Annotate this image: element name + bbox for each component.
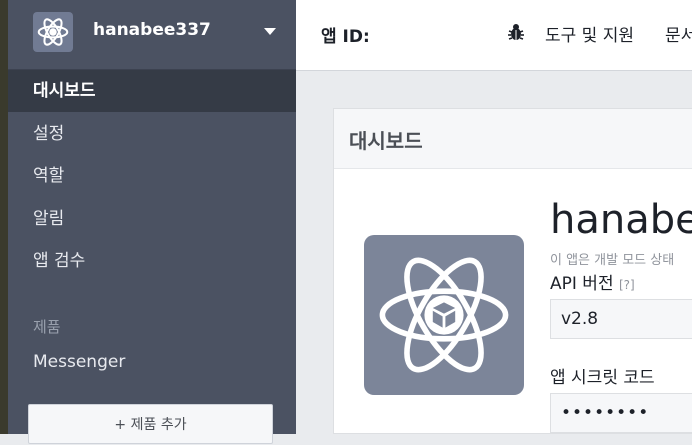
caret-down-icon[interactable] — [264, 28, 276, 35]
docs-link[interactable]: 문서 — [665, 21, 692, 46]
app-secret-label: 앱 시크릿 코드 — [550, 368, 655, 388]
topbar: 앱 ID: 도구 및 지원 문서 — [296, 0, 692, 71]
desktop-edge — [0, 0, 8, 434]
add-product-button[interactable]: + 제품 추가 — [28, 404, 273, 444]
app-secret-field[interactable]: •••••••• — [550, 393, 692, 433]
app-icon — [33, 12, 73, 52]
bug-icon[interactable] — [506, 22, 526, 46]
api-version-label: API 버전 [?] — [550, 269, 635, 294]
sidebar: hanabee337 대시보드 설정 역할 알림 앱 검수 제품 Messeng… — [8, 0, 296, 444]
dev-mode-note: 이 앱은 개발 모드 상태 — [550, 253, 675, 268]
app-name: hanabee337 — [93, 20, 211, 40]
dashboard-card: 대시보드 hanabee337 이 앱은 개발 모드 상태 API 버전 [?]… — [333, 108, 692, 434]
tools-support-link[interactable]: 도구 및 지원 — [545, 21, 634, 46]
nav-item-roles[interactable]: 역할 — [8, 155, 296, 197]
api-version-field[interactable]: v2.8 — [550, 299, 692, 339]
help-icon[interactable]: [?] — [619, 278, 635, 292]
atom-icon — [37, 18, 69, 46]
app-id-label: 앱 ID: — [321, 27, 370, 47]
api-version-label-text: API 버전 — [550, 274, 614, 294]
nav-item-settings[interactable]: 설정 — [8, 113, 296, 155]
nav-item-alerts[interactable]: 알림 — [8, 198, 296, 240]
products-section-label: 제품 — [33, 318, 61, 336]
app-name-heading: hanabee337 — [550, 197, 692, 243]
card-header: 대시보드 — [334, 109, 692, 169]
nav-item-app-review[interactable]: 앱 검수 — [8, 240, 296, 282]
app-icon-large — [364, 235, 524, 395]
nav-item-messenger[interactable]: Messenger — [8, 341, 296, 383]
card-title: 대시보드 — [349, 129, 423, 153]
nav-item-dashboard[interactable]: 대시보드 — [8, 70, 296, 112]
atom-icon — [379, 257, 509, 373]
app-switcher[interactable]: hanabee337 — [8, 0, 296, 70]
